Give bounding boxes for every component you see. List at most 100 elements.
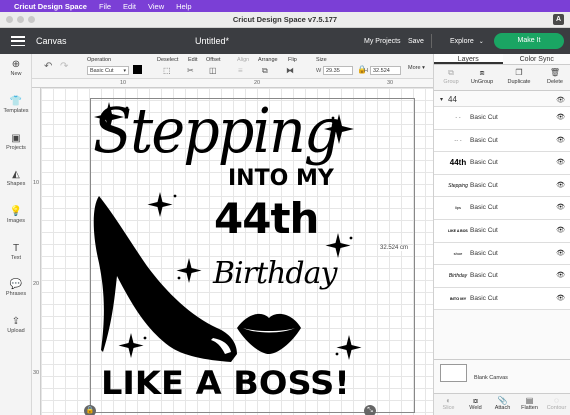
layer-row[interactable]: shoe Basic Cut 👁 bbox=[434, 242, 570, 266]
sidebar-item-images[interactable]: 💡 Images bbox=[0, 206, 32, 224]
make-it-button[interactable]: Make It bbox=[494, 33, 564, 49]
scissors-icon[interactable]: ✂ bbox=[187, 66, 194, 75]
eye-icon[interactable]: 👁 bbox=[556, 158, 565, 166]
hamburger-menu-icon[interactable] bbox=[11, 36, 25, 46]
chevron-down-icon[interactable]: ▾ bbox=[440, 96, 443, 103]
design-text-44th[interactable]: 44th bbox=[214, 194, 319, 243]
group-button[interactable]: ⧉ Group bbox=[436, 68, 466, 85]
eye-icon[interactable]: 👁 bbox=[556, 113, 565, 121]
canvas-label: Canvas bbox=[36, 36, 67, 46]
redo-icon[interactable]: ↷ bbox=[60, 61, 68, 72]
my-projects-link[interactable]: My Projects bbox=[364, 38, 401, 45]
design-canvas[interactable]: Stepping INTO MY 44th Birthday LIKE A BO… bbox=[41, 88, 433, 415]
sidebar-item-new[interactable]: ⊕ New bbox=[0, 59, 32, 77]
ruler-mark: 20 bbox=[33, 281, 40, 287]
undo-icon[interactable]: ↶ bbox=[44, 61, 52, 72]
align-icon[interactable]: ≡ bbox=[238, 66, 243, 75]
layer-row[interactable]: INTO MY Basic Cut 👁 bbox=[434, 287, 570, 311]
layer-row[interactable]: · · Basic Cut 👁 bbox=[434, 107, 570, 130]
sidebar-item-upload[interactable]: ⇪ Upload bbox=[0, 316, 32, 334]
sidebar-item-templates[interactable]: 👕 Templates bbox=[0, 96, 32, 114]
sidebar-label: New bbox=[10, 71, 22, 77]
slice-button[interactable]: ◐ Slice bbox=[435, 396, 462, 411]
layer-name: Basic Cut bbox=[470, 249, 498, 257]
design-text-birthday[interactable]: Birthday bbox=[213, 256, 337, 291]
width-input[interactable]: 29.35 bbox=[323, 66, 353, 75]
attach-button[interactable]: 📎 Attach bbox=[489, 396, 516, 411]
operation-select[interactable]: Basic Cut ▾ bbox=[87, 66, 129, 75]
layer-row[interactable]: lips Basic Cut 👁 bbox=[434, 197, 570, 220]
menu-app-name[interactable]: Cricut Design Space bbox=[14, 2, 87, 11]
chevron-down-icon: ⌄ bbox=[478, 39, 484, 45]
layer-row[interactable]: LIKE A BOSS Basic Cut 👁 bbox=[434, 219, 570, 243]
trash-icon: 🗑 bbox=[549, 68, 561, 77]
eye-icon[interactable]: 👁 bbox=[556, 249, 565, 257]
operation-label: Operation bbox=[87, 57, 112, 63]
layer-thumbnail: lips bbox=[454, 205, 461, 211]
flatten-button[interactable]: ▤ Flatten bbox=[516, 396, 543, 411]
eye-icon[interactable]: 👁 bbox=[556, 96, 565, 104]
layer-row[interactable]: Birthday Basic Cut 👁 bbox=[434, 265, 570, 288]
app-header: Canvas Untitled* My Projects Save Explor… bbox=[0, 28, 570, 54]
offset-icon[interactable]: ◫ bbox=[209, 66, 217, 75]
speech-bubble-icon: 💬 bbox=[9, 279, 23, 290]
blank-canvas-swatch[interactable] bbox=[440, 364, 467, 382]
duplicate-button[interactable]: ❐ Duplicate bbox=[504, 68, 534, 85]
weld-button[interactable]: ⧇ Weld bbox=[462, 396, 489, 411]
deselect-icon[interactable]: ⬚ bbox=[163, 66, 171, 75]
ungroup-button[interactable]: ⧈ UnGroup bbox=[467, 68, 497, 85]
contour-button[interactable]: ◌ Contour bbox=[543, 396, 570, 411]
sidebar-item-projects[interactable]: ▣ Projects bbox=[0, 133, 32, 151]
minimize-window-button[interactable] bbox=[17, 16, 24, 23]
lips-illustration bbox=[237, 313, 301, 354]
eye-icon[interactable]: 👁 bbox=[556, 136, 565, 144]
sidebar-label: Shapes bbox=[6, 181, 26, 187]
eye-icon[interactable]: 👁 bbox=[556, 203, 565, 211]
sidebar-item-phrases[interactable]: 💬 Phrases bbox=[0, 279, 32, 297]
layer-list: · · Basic Cut 👁 ·· · Basic Cut 👁 44th Basic C… bbox=[434, 107, 570, 311]
duplicate-icon: ❐ bbox=[515, 68, 523, 77]
chevron-down-icon: ▾ bbox=[422, 65, 425, 71]
flip-icon[interactable]: ⧓ bbox=[286, 66, 294, 75]
eye-icon[interactable]: 👁 bbox=[556, 294, 565, 302]
layer-group-row[interactable]: ▾ 44 👁 bbox=[434, 93, 570, 107]
menu-edit[interactable]: Edit bbox=[123, 2, 136, 11]
design-text-into-my[interactable]: INTO MY bbox=[228, 166, 334, 191]
blank-canvas-row[interactable]: Blank Canvas bbox=[434, 359, 570, 393]
menu-help[interactable]: Help bbox=[176, 2, 191, 11]
height-input[interactable]: 32.524 bbox=[370, 66, 401, 75]
ruler-mark: 30 bbox=[33, 370, 40, 376]
save-button[interactable]: Save bbox=[408, 38, 424, 45]
eye-icon[interactable]: 👁 bbox=[556, 226, 565, 234]
sidebar-item-shapes[interactable]: ◭ Shapes bbox=[0, 169, 32, 187]
color-swatch[interactable] bbox=[133, 65, 142, 74]
flatten-icon: ▤ bbox=[525, 396, 534, 405]
layer-thumbnail: Stepping bbox=[448, 182, 468, 189]
size-label: Size bbox=[316, 57, 327, 63]
resize-handle-icon[interactable]: ⤡ bbox=[364, 405, 376, 415]
tab-layers[interactable]: Layers bbox=[434, 54, 503, 64]
eye-icon[interactable]: 👁 bbox=[556, 181, 565, 189]
tab-color-sync[interactable]: Color Sync bbox=[503, 54, 570, 64]
arrange-icon[interactable]: ⧉ bbox=[262, 66, 268, 76]
eye-icon[interactable]: 👁 bbox=[556, 271, 565, 279]
layer-row[interactable]: 44th Basic Cut 👁 bbox=[434, 152, 570, 175]
delete-button[interactable]: 🗑 Delete bbox=[540, 68, 570, 85]
design-text-stepping[interactable]: Stepping bbox=[93, 94, 340, 167]
offset-label: Offset bbox=[206, 57, 221, 63]
close-window-button[interactable] bbox=[6, 16, 13, 23]
layer-row[interactable]: Stepping Basic Cut 👁 bbox=[434, 174, 570, 198]
sidebar-item-text[interactable]: T Text bbox=[0, 243, 32, 261]
lock-handle-icon[interactable]: 🔒 bbox=[84, 405, 96, 415]
design-text-like-a-boss[interactable]: LIKE A BOSS! bbox=[101, 364, 350, 402]
more-button[interactable]: More ▾ bbox=[408, 65, 425, 71]
explore-dropdown[interactable]: Explore ⌄ bbox=[450, 38, 484, 45]
ruler-mark: 20 bbox=[254, 80, 261, 86]
menu-file[interactable]: File bbox=[99, 2, 111, 11]
layer-row[interactable]: ·· · Basic Cut 👁 bbox=[434, 129, 570, 153]
layer-name: Basic Cut bbox=[470, 272, 498, 280]
menu-view[interactable]: View bbox=[148, 2, 164, 11]
document-title[interactable]: Untitled* bbox=[195, 36, 229, 46]
zoom-window-button[interactable] bbox=[28, 16, 35, 23]
attach-icon: 📎 bbox=[497, 396, 508, 405]
